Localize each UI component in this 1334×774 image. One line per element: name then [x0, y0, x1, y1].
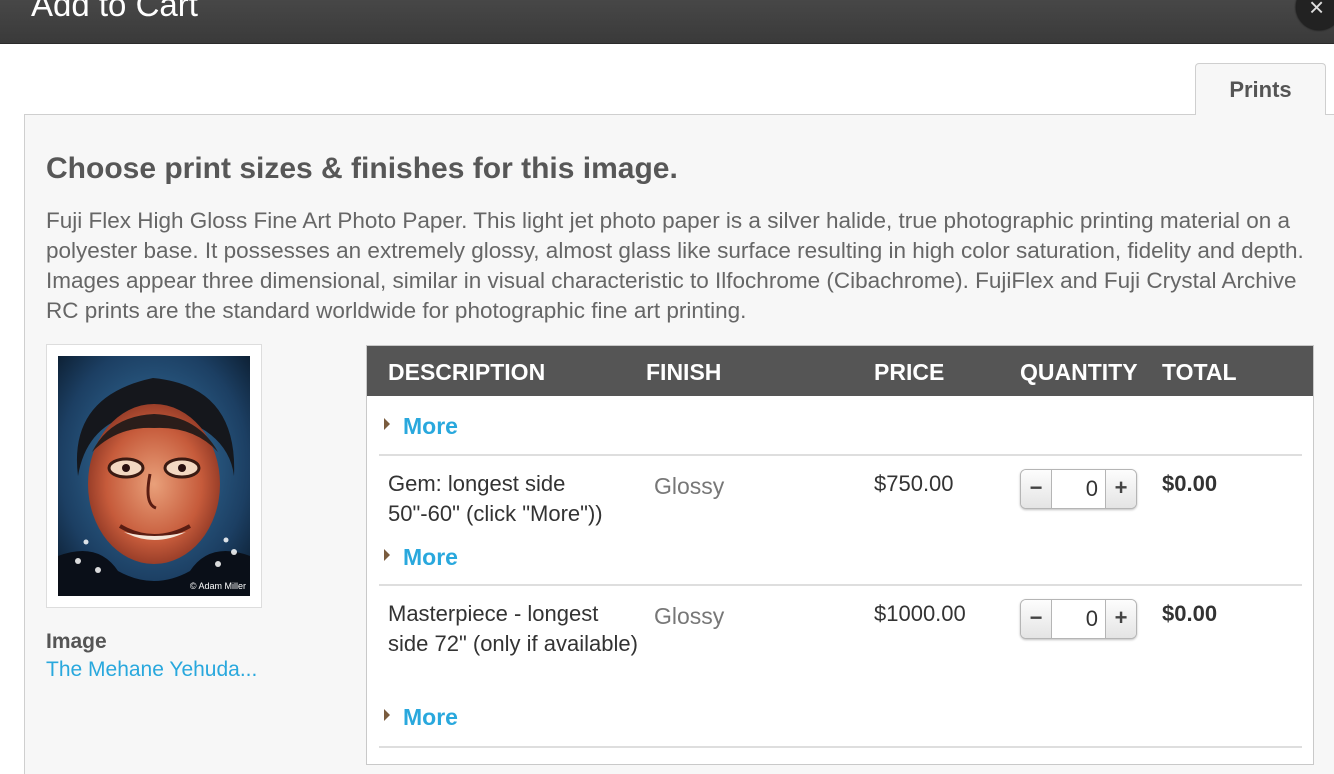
- row-total: $0.00: [1162, 471, 1218, 496]
- quantity-stepper: − 0 +: [1020, 599, 1137, 639]
- more-link[interactable]: More: [403, 544, 458, 571]
- row-finish: Glossy: [654, 473, 725, 499]
- close-icon[interactable]: ×: [1296, 0, 1334, 30]
- caret-right-icon: [384, 709, 390, 721]
- table-row: Masterpiece - longest side 72" (only if …: [379, 586, 1302, 746]
- table-header: DESCRIPTION FINISH PRICE QUANTITY TOTAL: [367, 346, 1313, 396]
- image-watermark: © Adam Miller: [190, 581, 246, 591]
- row-price: $1000.00: [874, 601, 966, 626]
- image-label: Image: [46, 630, 107, 653]
- image-thumbnail[interactable]: © Adam Miller: [46, 344, 262, 608]
- row-total: $0.00: [1162, 601, 1218, 626]
- page-title: Choose print sizes & finishes for this i…: [46, 152, 678, 185]
- table-row: Gem: longest side 50"-60" (click "More")…: [379, 456, 1302, 584]
- table-row: More: [379, 396, 1302, 454]
- decrement-button[interactable]: −: [1021, 600, 1052, 638]
- row-description: Masterpiece - longest side 72" (only if …: [388, 601, 638, 656]
- tab-prints[interactable]: Prints: [1195, 63, 1326, 115]
- image-name-link[interactable]: The Mehane Yehuda...: [46, 658, 257, 682]
- more-link[interactable]: More: [403, 413, 458, 440]
- dialog-title: Add to Cart: [31, 0, 198, 23]
- caret-right-icon: [384, 549, 390, 561]
- column-header-quantity: QUANTITY: [1020, 359, 1138, 385]
- more-link[interactable]: More: [403, 704, 458, 731]
- increment-button[interactable]: +: [1105, 600, 1136, 638]
- column-header-description: DESCRIPTION: [388, 359, 546, 385]
- decrement-button[interactable]: −: [1021, 470, 1052, 508]
- portrait-image: © Adam Miller: [58, 356, 250, 596]
- table-body: More Gem: longest side 50"-60" (click "M…: [367, 396, 1313, 764]
- quantity-stepper: − 0 +: [1020, 469, 1137, 509]
- row-price: $750.00: [874, 471, 954, 496]
- dialog-title-bar: Add to Cart ×: [0, 0, 1334, 44]
- print-options-table: DESCRIPTION FINISH PRICE QUANTITY TOTAL …: [366, 345, 1314, 765]
- quantity-input[interactable]: 0: [1086, 476, 1098, 502]
- quantity-input[interactable]: 0: [1086, 606, 1098, 632]
- row-description: Gem: longest side 50"-60" (click "More")…: [388, 471, 603, 526]
- product-description: Fuji Flex High Gloss Fine Art Photo Pape…: [46, 208, 1304, 323]
- row-divider: [379, 746, 1302, 748]
- column-header-finish: FINISH: [646, 359, 722, 385]
- column-header-total: TOTAL: [1162, 359, 1237, 385]
- column-header-price: PRICE: [874, 359, 945, 385]
- increment-button[interactable]: +: [1105, 470, 1136, 508]
- row-finish: Glossy: [654, 603, 725, 629]
- caret-right-icon: [384, 418, 390, 430]
